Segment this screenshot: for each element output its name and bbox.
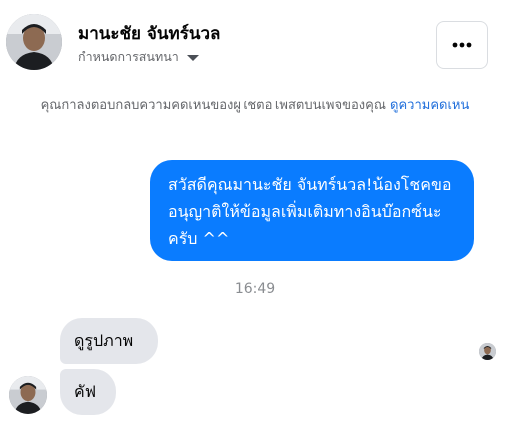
conversation-status-label: กำหนดการสนทนา (78, 49, 179, 64)
more-options-button[interactable] (436, 21, 488, 69)
contact-avatar[interactable] (6, 14, 62, 70)
incoming-message-bubble[interactable]: ดูรูปภาพ (60, 318, 158, 364)
seen-indicator-avatar (479, 343, 496, 360)
contact-name[interactable]: มานะชัย จันทร์นวล (78, 20, 220, 47)
conversation-status-dropdown[interactable]: กำหนดการสนทนา (78, 48, 199, 66)
incoming-message-text: ดูรูปภาพ (74, 330, 134, 350)
conversation-header: มานะชัย จันทร์นวล กำหนดการสนทนา (0, 0, 510, 92)
avatar-photo-icon (479, 343, 496, 360)
incoming-message-bubble[interactable]: คัฟ (60, 369, 116, 415)
sender-avatar[interactable] (9, 376, 47, 414)
caret-down-icon (186, 55, 199, 61)
more-horizontal-icon (452, 42, 472, 48)
notice-scroll-clip (0, 96, 510, 101)
incoming-message-text: คัฟ (74, 381, 97, 401)
outgoing-message-bubble[interactable]: สวัสดีคุณมานะชัย จันทร์นวล!น้องโชคขออนุญ… (150, 160, 474, 261)
avatar-photo-icon (6, 14, 62, 70)
comment-reply-notice: คุณกำลังตอบกลับความคิดเห็นของผู้ใช้ต่อโพ… (0, 96, 510, 116)
message-timestamp: 16:49 (234, 281, 276, 297)
avatar-photo-icon (9, 376, 47, 414)
